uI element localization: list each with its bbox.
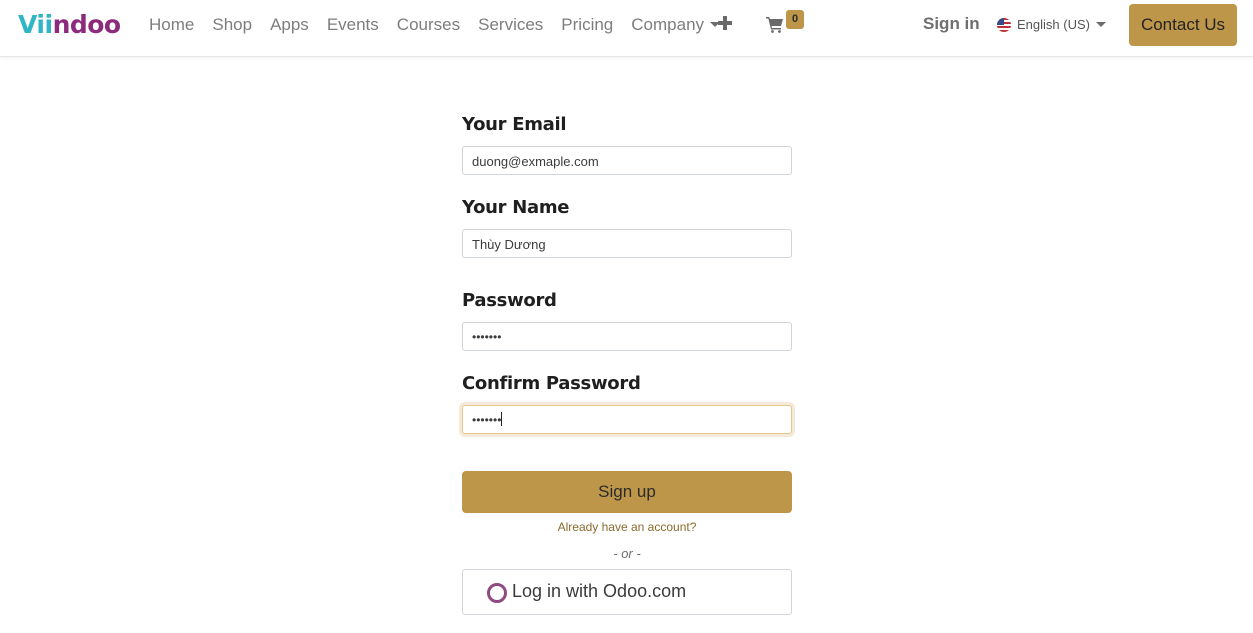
nav-item-services[interactable]: Services	[478, 15, 543, 35]
nav-item-courses[interactable]: Courses	[397, 15, 460, 35]
contact-us-button[interactable]: Contact Us	[1129, 4, 1237, 46]
text-cursor	[501, 412, 503, 426]
confirm-password-value: •••••••	[472, 413, 502, 427]
nav-item-company[interactable]: Company	[631, 15, 721, 35]
nav-item-company-label: Company	[631, 15, 705, 34]
us-flag-icon	[997, 17, 1011, 32]
language-selector[interactable]: English (US)	[997, 17, 1106, 32]
name-field[interactable]: Thùy Dương	[462, 229, 792, 258]
nav-item-home[interactable]: Home	[149, 15, 194, 35]
nav-item-events[interactable]: Events	[327, 15, 379, 35]
main-nav: Home Shop Apps Events Courses Services P…	[149, 0, 738, 50]
nav-item-pricing[interactable]: Pricing	[561, 15, 613, 35]
viindoo-logo[interactable]: Viindoo	[18, 9, 121, 41]
nav-item-shop[interactable]: Shop	[212, 15, 252, 35]
name-label: Your Name	[462, 197, 570, 218]
password-field[interactable]: •••••••	[462, 322, 792, 351]
cart-count-badge: 0	[786, 10, 804, 29]
confirm-password-label: Confirm Password	[462, 373, 641, 394]
logo-text-part1: Vii	[18, 10, 53, 39]
sign-up-button[interactable]: Sign up	[462, 471, 792, 513]
language-label: English (US)	[1017, 17, 1090, 32]
confirm-password-field[interactable]: •••••••	[462, 405, 792, 434]
password-label: Password	[462, 290, 557, 311]
top-navbar: Viindoo Home Shop Apps Events Courses Se…	[0, 0, 1253, 57]
login-with-odoo-button[interactable]: Log in with Odoo.com	[462, 569, 792, 615]
sign-in-link[interactable]: Sign in	[923, 14, 980, 34]
odoo-login-label: Log in with Odoo.com	[512, 581, 687, 601]
shopping-cart-icon[interactable]	[766, 16, 784, 33]
or-separator: - or -	[613, 546, 641, 561]
nav-item-apps[interactable]: Apps	[270, 15, 309, 35]
already-have-account-link[interactable]: Already have an account?	[462, 520, 792, 534]
chevron-down-icon	[1095, 22, 1106, 27]
email-label: Your Email	[462, 114, 567, 135]
logo-text-part2: ndoo	[52, 10, 122, 39]
plus-icon[interactable]	[717, 15, 733, 31]
odoo-logo-icon	[487, 583, 507, 603]
email-field[interactable]: duong@exmaple.com	[462, 146, 792, 175]
